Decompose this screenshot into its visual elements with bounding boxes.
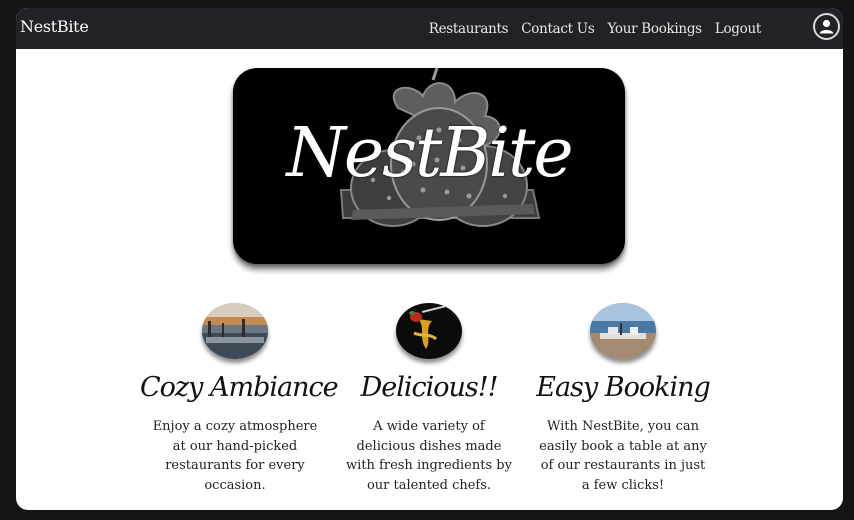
feature-title: Easy Booking xyxy=(536,372,711,403)
feature-description: Enjoy a cozy atmosphere at our hand-pick… xyxy=(152,419,318,493)
nav-link-your-bookings[interactable]: Your Bookings xyxy=(607,21,702,37)
nav-link-contact-us[interactable]: Contact Us xyxy=(521,21,595,37)
seaside-table-photo xyxy=(590,303,656,359)
brand-logo-link[interactable]: NestBite xyxy=(20,8,89,49)
hero-logo-banner: NestBite xyxy=(233,68,625,264)
feature-easy-booking: Easy Booking With NestBite, you can easi… xyxy=(528,303,718,495)
pasta-fork-photo xyxy=(396,303,462,359)
user-circle-icon xyxy=(819,19,834,34)
feature-delicious: Delicious!! A wide variety of delicious … xyxy=(334,303,524,495)
nav-link-logout[interactable]: Logout xyxy=(715,21,761,37)
app-frame: NestBite Restaurants Contact Us Your Boo… xyxy=(16,8,843,510)
top-navbar: NestBite Restaurants Contact Us Your Boo… xyxy=(16,8,843,49)
feature-title: Delicious!! xyxy=(360,372,499,403)
feature-description: With NestBite, you can easily book a tab… xyxy=(539,419,707,493)
feature-description: A wide variety of delicious dishes made … xyxy=(346,419,512,493)
nav-links: Restaurants Contact Us Your Bookings Log… xyxy=(429,8,762,49)
feature-cozy-ambiance: Cozy Ambiance Enjoy a cozy atmosphere at… xyxy=(140,303,339,495)
harbor-restaurant-photo xyxy=(202,303,268,359)
feature-title: Cozy Ambiance xyxy=(140,372,339,403)
user-avatar-button[interactable] xyxy=(813,13,840,40)
nav-link-restaurants[interactable]: Restaurants xyxy=(429,21,509,37)
hero-logo-text: NestBite xyxy=(286,114,573,193)
